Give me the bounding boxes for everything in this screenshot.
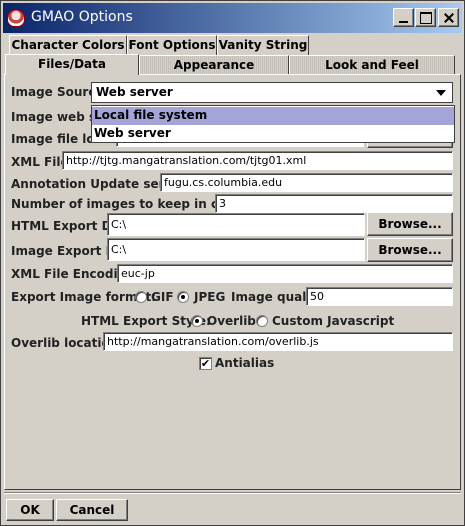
annotation-server-field[interactable]: fugu.cs.columbia.edu <box>160 173 453 192</box>
minimize-icon[interactable] <box>393 8 414 27</box>
maximize-icon[interactable] <box>415 8 436 27</box>
overlib-location-field[interactable]: http://mangatranslation.com/overlib.js <box>103 332 453 351</box>
window-title: GMAO Options <box>31 9 133 25</box>
tab-appearance[interactable]: Appearance <box>139 55 289 75</box>
gif-radio[interactable] <box>135 291 147 303</box>
antialias-label: Antialias <box>215 356 275 370</box>
close-icon[interactable] <box>438 8 459 27</box>
options-window: GMAO Options Character Colors Font Optio… <box>0 0 465 526</box>
jpeg-radio[interactable] <box>177 291 189 303</box>
gif-label: GIF <box>151 290 174 304</box>
custom-javascript-label: Custom Javascript <box>272 314 395 328</box>
image-source-dropdown: Local file system Web server <box>91 105 455 143</box>
html-export-dir-field[interactable]: C:\ <box>107 213 365 236</box>
image-source-value: Web server <box>96 85 173 99</box>
image-source-combo[interactable]: Web server <box>91 82 453 103</box>
tab-character-colors[interactable]: Character Colors <box>9 35 127 55</box>
cache-field[interactable]: 3 <box>215 194 453 213</box>
footer-separator <box>4 492 461 494</box>
title-bar[interactable]: GMAO Options <box>3 3 462 33</box>
option-local-file-system[interactable]: Local file system <box>92 107 454 125</box>
option-web-server[interactable]: Web server <box>92 125 454 143</box>
image-export-browse-button[interactable]: Browse... <box>367 238 453 262</box>
xml-encoding-field[interactable]: euc-jp <box>117 264 453 283</box>
tab-look-and-feel[interactable]: Look and Feel <box>289 55 455 75</box>
jpeg-label: JPEG <box>194 290 226 304</box>
html-export-browse-button[interactable]: Browse... <box>367 212 453 236</box>
tab-files-data[interactable]: Files/Data <box>5 54 139 75</box>
tab-font-options[interactable]: Font Options <box>127 35 217 55</box>
image-export-dir-field[interactable]: C:\ <box>107 238 365 261</box>
xml-file-field[interactable]: http://tjtg.mangatranslation.com/tjtg01.… <box>62 151 453 170</box>
tab-vanity-string[interactable]: Vanity String <box>217 35 309 55</box>
image-quality-field[interactable]: 50 <box>306 287 453 306</box>
cancel-button[interactable]: Cancel <box>56 499 128 521</box>
overlib-label: Overlib <box>207 314 256 328</box>
app-icon <box>7 9 25 27</box>
custom-javascript-radio[interactable] <box>256 315 268 327</box>
antialias-checkbox[interactable]: ✔ <box>199 357 212 370</box>
image-source-label: Image Source <box>11 85 104 99</box>
ok-button[interactable]: OK <box>6 499 54 521</box>
overlib-radio[interactable] <box>191 315 203 327</box>
chevron-down-icon[interactable] <box>433 84 450 101</box>
